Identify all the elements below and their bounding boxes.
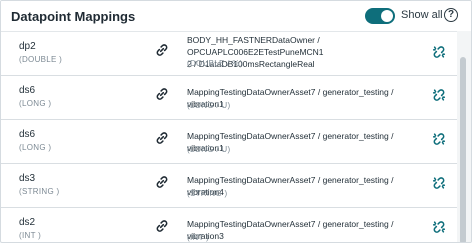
unlink-icon[interactable]: [432, 88, 446, 102]
source-type: (LONG / U): [187, 101, 231, 110]
datapoint-name: ds6: [19, 129, 36, 140]
unlink-icon[interactable]: [432, 220, 446, 234]
datapoint-type: (INT ): [19, 231, 42, 240]
mapping-row: ds2 (INT ) MappingTestingDataOwnerAsset7…: [1, 208, 457, 242]
datapoint-mappings-panel: Datapoint Mappings Show all ? dp2 (DOUBL…: [0, 0, 472, 243]
link-icon: [156, 176, 168, 188]
list-scrollbar[interactable]: [457, 31, 471, 242]
mapping-row: ds6 (LONG ) MappingTestingDataOwnerAsset…: [1, 120, 457, 164]
datapoint-name: ds3: [19, 173, 36, 184]
show-all-label: Show all: [401, 9, 443, 21]
source-type: (LONG / U): [187, 145, 231, 154]
unlink-icon[interactable]: [432, 176, 446, 190]
source-type: (STRING ): [187, 189, 228, 198]
datapoint-name: dp2: [19, 41, 36, 52]
link-icon: [156, 44, 168, 56]
source-path: MappingTestingDataOwnerAsset7 / generato…: [187, 219, 394, 241]
link-icon: [156, 88, 168, 100]
source-type: (INT ): [187, 233, 210, 242]
mapping-list: dp2 (DOUBLE ) BODY_HH_FASTNERDataOwner /…: [1, 31, 457, 242]
unlink-icon[interactable]: [432, 132, 446, 146]
source-type: (DOUBLE / %): [187, 59, 243, 68]
mapping-row: ds6 (LONG ) MappingTestingDataOwnerAsset…: [1, 76, 457, 120]
datapoint-type: (DOUBLE ): [19, 55, 63, 64]
link-icon: [156, 132, 168, 144]
unlink-icon[interactable]: [432, 45, 446, 59]
panel-header: Datapoint Mappings Show all ?: [1, 1, 471, 31]
datapoint-type: (STRING ): [19, 187, 60, 196]
datapoint-type: (LONG ): [19, 99, 52, 108]
show-all-toggle[interactable]: [365, 8, 395, 24]
datapoint-type: (LONG ): [19, 143, 52, 152]
mapping-row: dp2 (DOUBLE ) BODY_HH_FASTNERDataOwner /…: [1, 32, 457, 76]
mapping-row: ds3 (STRING ) MappingTestingDataOwnerAss…: [1, 164, 457, 208]
help-icon[interactable]: ?: [444, 8, 458, 22]
source-path-line-1: BODY_HH_FASTNERDataOwner / OPCUAPLC006E2…: [187, 35, 324, 57]
scrollbar-thumb[interactable]: [460, 57, 466, 242]
datapoint-name: ds2: [19, 217, 36, 228]
link-icon: [156, 220, 168, 232]
toggle-knob: [381, 10, 393, 22]
datapoint-name: ds6: [19, 85, 36, 96]
panel-title: Datapoint Mappings: [11, 8, 136, 24]
